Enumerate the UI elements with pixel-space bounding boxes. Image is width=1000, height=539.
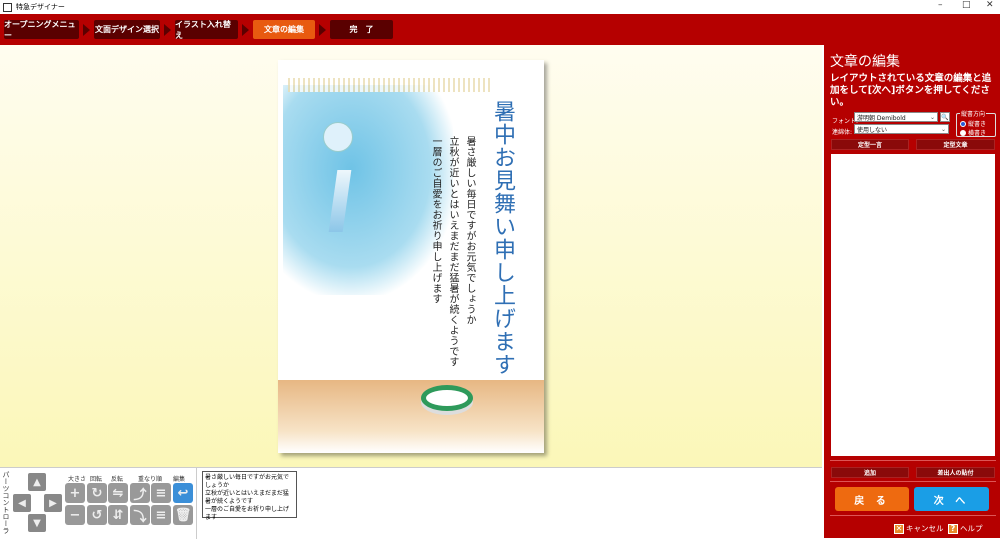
cancel-label: キャンセル: [906, 524, 944, 533]
move-down-button[interactable]: ▼: [28, 514, 46, 532]
paste-sender-button[interactable]: 差出人の貼付: [916, 467, 995, 478]
app-icon: [3, 2, 12, 12]
font-value: 游明朝 Demibold: [857, 114, 906, 122]
bamboo-blind-illustration: [288, 78, 493, 92]
rotate-right-button[interactable]: ↻: [87, 483, 107, 503]
move-up-button[interactable]: ▲: [28, 473, 46, 491]
send-to-back-button[interactable]: ≡: [151, 505, 171, 525]
panel-description: レイアウトされている文章の編集と追加をして[次へ]ボタンを押してください。: [830, 73, 992, 108]
selected-text-preview: 暑さ厳しい毎日ですがお元気でしょうか 立秋が近いとはいえまだまだ猛暑が続くようで…: [202, 471, 297, 521]
ligature-select[interactable]: 使用しない ⌄: [854, 124, 949, 134]
step-arrow-icon: [164, 23, 171, 36]
template-text-button[interactable]: 定型文章: [916, 139, 995, 150]
text-edit-panel: 文章の編集 レイアウトされている文章の編集と追加をして[次へ]ボタンを押してくだ…: [824, 45, 1000, 538]
step-navigation: オープニングメニュー 文面デザイン選択 イラスト入れ替え 文章の編集 完 了: [0, 14, 1000, 45]
group-label-flip: 反転: [111, 476, 124, 483]
bring-to-front-button[interactable]: ≡: [151, 483, 171, 503]
step-arrow-icon: [242, 23, 249, 36]
card-body-line[interactable]: 一層のご自愛をお祈り申し上げます: [428, 136, 443, 304]
divider: [830, 515, 996, 516]
undo-button[interactable]: ↩: [173, 483, 193, 503]
step-text-edit[interactable]: 文章の編集: [253, 20, 315, 39]
step-design-select[interactable]: 文面デザイン選択: [94, 20, 160, 39]
chevron-down-icon: ⌄: [929, 113, 935, 121]
title-bar: 特急デザイナー – □ ✕: [0, 0, 1000, 14]
radio-checked-icon: [960, 120, 966, 127]
cancel-button[interactable]: ✕ キャンセル: [894, 523, 944, 534]
font-select[interactable]: 游明朝 Demibold ⌄: [854, 112, 938, 122]
card-body-line[interactable]: 暑さ厳しい毎日ですがお元気でしょうか: [462, 136, 477, 325]
phrase-button[interactable]: 定型一言: [831, 139, 909, 150]
card-greeting-title[interactable]: 暑中お見舞い申し上げます: [486, 100, 518, 376]
divider: [196, 468, 197, 539]
divider: [830, 481, 996, 482]
radio-vertical[interactable]: 縦書き: [960, 119, 995, 128]
shrink-button[interactable]: −: [65, 505, 85, 525]
radio-label: 横書き: [968, 130, 987, 137]
radio-horizontal[interactable]: 横書き: [960, 128, 995, 137]
flip-vertical-button[interactable]: ⇵: [108, 505, 128, 525]
chevron-down-icon: ⌄: [940, 125, 946, 133]
window-title: 特急デザイナー: [16, 3, 65, 11]
radio-label: 縦書き: [968, 121, 987, 128]
send-backward-button[interactable]: ⤵: [130, 505, 150, 525]
mosquito-coil-illustration: [421, 385, 473, 411]
move-right-button[interactable]: ▶: [44, 494, 62, 512]
parts-controller: パーツコントローラ ▲ ◀ ▶ ▼ 大きさ 回転 反転 重なり順 編集 + ↻ …: [0, 467, 822, 539]
next-button[interactable]: 次 へ: [914, 487, 989, 511]
step-illust-replace[interactable]: イラスト入れ替え: [175, 20, 238, 40]
ligature-value: 使用しない: [857, 126, 888, 134]
group-label-rotate: 回転: [90, 476, 103, 483]
group-label-size: 大きさ: [68, 476, 87, 483]
minimize-button[interactable]: –: [938, 0, 943, 10]
direction-label: 縦書方向: [960, 109, 987, 118]
step-opening-menu[interactable]: オープニングメニュー: [4, 20, 79, 40]
group-label-order: 重なり順: [138, 476, 163, 483]
help-button[interactable]: ? ヘルプ: [948, 523, 983, 534]
wind-chime-illustration: [323, 122, 353, 152]
flip-horizontal-button[interactable]: ⇋: [108, 483, 128, 503]
radio-unchecked-icon: [960, 129, 966, 136]
step-complete[interactable]: 完 了: [330, 20, 393, 39]
step-arrow-icon: [319, 23, 326, 36]
parts-controller-label: パーツコントローラ: [2, 471, 10, 534]
back-button[interactable]: 戻 る: [835, 487, 909, 511]
search-icon: 🔍: [941, 113, 949, 121]
direction-group: 縦書方向 縦書き 横書き: [956, 109, 996, 137]
enlarge-button[interactable]: +: [65, 483, 85, 503]
ligature-label: 連綿体:: [832, 129, 853, 136]
card-body-line[interactable]: 立秋が近いとはいえまだまだ猛暑が続くようです: [445, 136, 460, 367]
maximize-button[interactable]: □: [962, 0, 971, 10]
font-search-button[interactable]: 🔍: [940, 112, 950, 122]
wooden-floor-illustration: [278, 380, 544, 453]
bring-forward-button[interactable]: ⤴: [130, 483, 150, 503]
postcard-preview[interactable]: 暑中お見舞い申し上げます 暑さ厳しい毎日ですがお元気でしょうか 立秋が近いとはい…: [278, 60, 544, 453]
move-left-button[interactable]: ◀: [13, 494, 31, 512]
panel-title: 文章の編集: [830, 54, 900, 70]
close-button[interactable]: ✕: [986, 0, 994, 10]
close-icon: ✕: [894, 523, 904, 534]
group-label-edit: 編集: [173, 476, 186, 483]
add-button[interactable]: 追加: [831, 467, 909, 478]
help-icon: ?: [948, 523, 958, 534]
preview-area: 暑中お見舞い申し上げます 暑さ厳しい毎日ですがお元気でしょうか 立秋が近いとはい…: [0, 45, 822, 467]
text-input-area[interactable]: [831, 154, 995, 456]
step-arrow-icon: [83, 23, 90, 36]
delete-button[interactable]: 🗑: [173, 505, 193, 525]
rotate-left-button[interactable]: ↺: [87, 505, 107, 525]
divider: [830, 460, 996, 461]
help-label: ヘルプ: [960, 524, 983, 533]
